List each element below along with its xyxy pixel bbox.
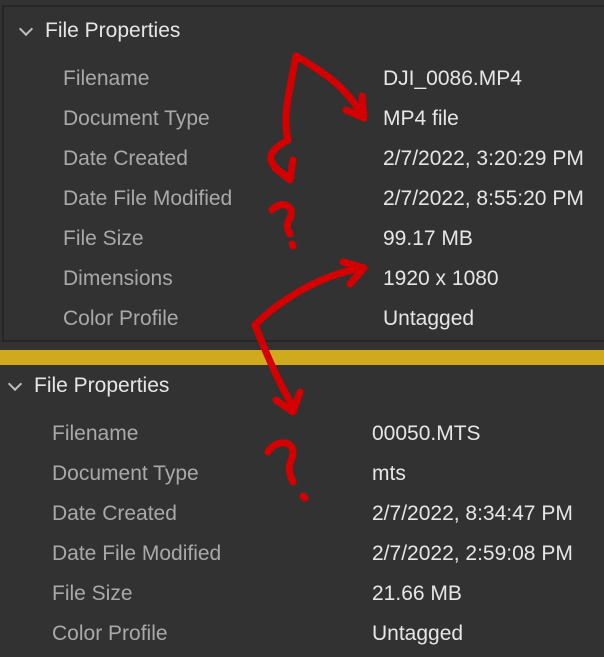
- property-label: Date Created: [52, 502, 177, 525]
- property-label: Document Type: [63, 107, 210, 130]
- property-label: Filename: [52, 422, 139, 445]
- file-properties-panel-bottom: File Properties Filename 00050.MTS Documen…: [0, 365, 604, 657]
- section-header[interactable]: File Properties: [34, 374, 169, 398]
- property-value: Untagged: [383, 307, 475, 330]
- chevron-down-icon[interactable]: [7, 376, 23, 392]
- divider-bar: [0, 350, 604, 365]
- property-value: 1920 x 1080: [383, 267, 499, 290]
- property-value: 2/7/2022, 3:20:29 PM: [383, 147, 584, 170]
- property-label: Dimensions: [63, 267, 173, 290]
- property-value: 2/7/2022, 2:59:08 PM: [372, 542, 573, 565]
- property-label: Date Created: [63, 147, 188, 170]
- file-properties-panel-top: File Properties Filename DJI_0086.MP4 Docu…: [0, 0, 604, 344]
- property-label: Date File Modified: [52, 542, 222, 565]
- property-label: File Size: [52, 582, 133, 605]
- property-value: 2/7/2022, 8:34:47 PM: [372, 502, 573, 525]
- section-header[interactable]: File Properties: [45, 19, 180, 43]
- property-value: mts: [372, 462, 406, 485]
- property-value: 99.17 MB: [383, 227, 473, 250]
- property-value: 21.66 MB: [372, 582, 462, 605]
- panel-border: [2, 5, 604, 342]
- property-label: Color Profile: [63, 307, 179, 330]
- property-label: File Size: [63, 227, 144, 250]
- property-value: 00050.MTS: [372, 422, 481, 445]
- property-label: Filename: [63, 67, 150, 90]
- property-label: Date File Modified: [63, 187, 233, 210]
- property-value: 2/7/2022, 8:55:20 PM: [383, 187, 584, 210]
- property-value: MP4 file: [383, 107, 459, 130]
- property-value: DJI_0086.MP4: [383, 67, 522, 90]
- property-label: Document Type: [52, 462, 199, 485]
- property-label: Color Profile: [52, 622, 168, 645]
- property-value: Untagged: [372, 622, 464, 645]
